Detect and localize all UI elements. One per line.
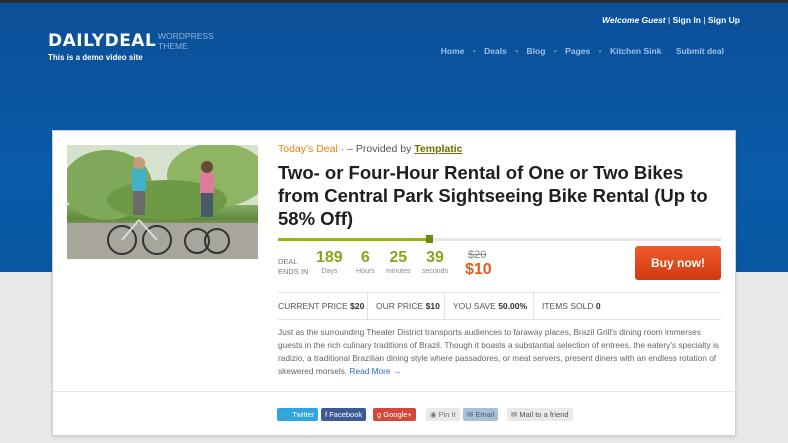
- pin-it-button[interactable]: ◉ Pin It: [426, 408, 460, 421]
- nav-kitchen-sink[interactable]: Kitchen Sink: [610, 46, 661, 56]
- original-price: $20: [468, 249, 487, 261]
- items-sold-label: ITEMS SOLD: [542, 301, 594, 311]
- items-sold-value: 0: [595, 301, 601, 311]
- you-save-value: 50.00%: [498, 301, 528, 311]
- description-text: Just as the surrounding Theater District…: [278, 327, 719, 376]
- countdown-days: 189 Days: [316, 249, 343, 275]
- stat-our-price: OUR PRICE $10: [367, 293, 440, 319]
- deal-card: Today's Deal · – Provided by Templatic T…: [52, 130, 737, 438]
- facebook-icon: f: [325, 410, 328, 419]
- progress-marker: [425, 235, 433, 243]
- progress-fill: [278, 238, 429, 241]
- nav-submit-deal[interactable]: Submit deal: [676, 46, 724, 56]
- provider-link[interactable]: Templatic: [414, 143, 462, 155]
- provided-by: Today's Deal · – Provided by Templatic: [278, 143, 463, 155]
- facebook-label: Facebook: [329, 410, 363, 419]
- site-logo[interactable]: DAILYDEAL WORDPRESS THEME This is a demo…: [48, 31, 214, 62]
- minutes-label: minutes: [386, 268, 411, 275]
- email-icon: ✉: [467, 410, 474, 419]
- our-price-label: OUR PRICE: [376, 301, 424, 311]
- logo-subtitle: WORDPRESS THEME: [158, 31, 214, 51]
- deal-description: Just as the surrounding Theater District…: [278, 326, 724, 378]
- site-tagline: This is a demo video site: [48, 53, 143, 62]
- email-label: Email: [475, 410, 495, 419]
- buy-now-button[interactable]: Buy now!: [635, 246, 721, 280]
- google-plus-icon: g: [377, 410, 382, 419]
- days-label: Days: [321, 268, 338, 275]
- hours-label: Hours: [356, 268, 375, 275]
- deal-price: $10: [465, 261, 492, 278]
- mail-friend-button[interactable]: ✉ Mail to a friend: [507, 408, 573, 421]
- minutes-value: 25: [389, 249, 408, 266]
- user-bar: Welcome Guest | Sign In | Sign Up: [602, 15, 740, 25]
- current-price-value: $20: [350, 301, 365, 311]
- provided-by-text: – Provided by: [347, 143, 412, 155]
- twitter-share-button[interactable]: 🐦 Twitter: [277, 408, 319, 421]
- main-nav: Home • Deals • Blog • Pages • Kitchen Si…: [440, 46, 724, 56]
- hours-value: 6: [360, 249, 370, 266]
- cyclists-image: [67, 145, 258, 259]
- nav-blog[interactable]: Blog: [527, 46, 546, 56]
- read-more-link[interactable]: Read More →: [349, 366, 401, 376]
- current-price-label: CURRENT PRICE: [278, 301, 348, 311]
- sign-in-link[interactable]: Sign In: [673, 15, 701, 25]
- deal-stats: CURRENT PRICE $20 OUR PRICE $10 YOU SAVE…: [278, 292, 721, 320]
- you-save-label: YOU SAVE: [453, 301, 496, 311]
- twitter-label: Twitter: [292, 410, 315, 419]
- email-share-button[interactable]: ✉ Email: [463, 408, 499, 421]
- stat-items-sold: ITEMS SOLD 0: [533, 293, 601, 319]
- twitter-icon: 🐦: [281, 410, 291, 419]
- our-price-value: $10: [425, 301, 440, 311]
- days-value: 189: [316, 249, 343, 266]
- countdown-minutes: 25 minutes: [386, 249, 411, 275]
- deal-progress-bar: [278, 235, 721, 243]
- mail-friend-label: Mail to a friend: [519, 410, 569, 419]
- seconds-value: 39: [426, 249, 444, 266]
- deal-photo[interactable]: [67, 145, 258, 259]
- mail-icon: ✉: [511, 410, 518, 419]
- sign-up-link[interactable]: Sign Up: [708, 15, 740, 25]
- pin-icon: ◉: [430, 410, 437, 419]
- stat-you-save: YOU SAVE 50.00%: [444, 293, 527, 319]
- google-label: Google+: [383, 410, 412, 419]
- deal-ends-label: DEAL ENDS IN: [278, 257, 309, 276]
- nav-pages[interactable]: Pages: [565, 46, 590, 56]
- countdown-seconds: 39 seconds: [422, 249, 448, 275]
- google-share-button[interactable]: g Google+: [373, 408, 416, 421]
- stat-current-price: CURRENT PRICE $20: [278, 293, 364, 319]
- welcome-text: Welcome Guest: [602, 15, 666, 25]
- facebook-share-button[interactable]: f Facebook: [321, 408, 367, 421]
- nav-deals[interactable]: Deals: [484, 46, 507, 56]
- seconds-label: seconds: [422, 268, 449, 275]
- nav-home[interactable]: Home: [441, 46, 465, 56]
- todays-deal-label: Today's Deal: [278, 143, 338, 155]
- logo-name: DAILYDEAL: [48, 31, 157, 51]
- share-bar: 🐦 Twitter f Facebook g Google+ ◉ Pin It …: [53, 391, 737, 438]
- countdown-hours: 6 Hours: [356, 249, 375, 275]
- deal-title[interactable]: Two- or Four-Hour Rental of One or Two B…: [278, 161, 723, 230]
- pin-label: Pin It: [438, 410, 456, 419]
